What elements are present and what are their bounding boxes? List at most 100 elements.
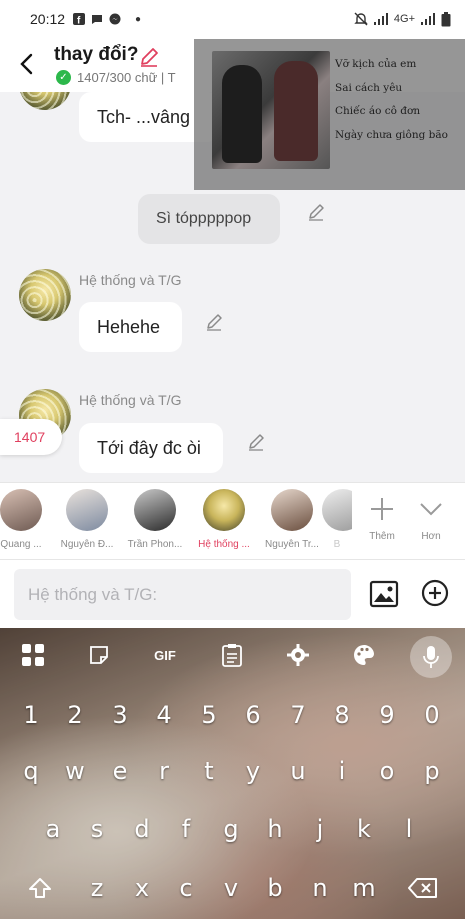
overlay-line: Ngày chưa giông bão xyxy=(335,128,448,141)
key[interactable]: k xyxy=(342,800,386,858)
own-message-bubble[interactable]: Sì tópppppop xyxy=(138,194,280,244)
key[interactable]: z xyxy=(75,859,119,917)
more-characters-button[interactable]: Hơn xyxy=(407,489,455,542)
microphone-icon[interactable] xyxy=(410,636,452,678)
mute-icon xyxy=(354,12,368,26)
message-text: Hehehe xyxy=(97,316,161,337)
character-avatar xyxy=(271,489,313,531)
key[interactable]: t xyxy=(187,742,231,800)
sender-name: Hệ thống và T/G xyxy=(79,392,182,408)
side-counter-badge[interactable]: 1407 xyxy=(0,419,62,455)
apps-grid-icon[interactable] xyxy=(20,642,46,668)
key[interactable]: 2 xyxy=(53,686,97,744)
avatar[interactable] xyxy=(19,92,71,110)
key[interactable]: l xyxy=(387,800,431,858)
key[interactable]: d xyxy=(120,800,164,858)
character-item-selected[interactable]: Hệ thống ... xyxy=(189,489,259,550)
key[interactable]: i xyxy=(320,742,364,800)
gif-button[interactable]: GIF xyxy=(150,642,180,668)
battery-icon xyxy=(441,11,451,26)
message-icon xyxy=(92,15,103,24)
back-arrow-icon[interactable] xyxy=(14,50,42,78)
image-overlay[interactable]: Vỡ kịch của em Sai cách yêu Chiếc áo cô … xyxy=(194,39,465,190)
edit-message-pencil-icon[interactable] xyxy=(246,432,266,452)
message-input[interactable] xyxy=(14,569,351,620)
edit-message-pencil-icon[interactable] xyxy=(204,312,224,332)
character-avatar xyxy=(322,489,352,531)
key[interactable]: 9 xyxy=(365,686,409,744)
key[interactable]: x xyxy=(120,859,164,917)
key[interactable]: u xyxy=(276,742,320,800)
character-name: Hệ thống ... xyxy=(198,539,250,550)
dot-icon: ● xyxy=(135,13,142,25)
backspace-icon xyxy=(408,878,437,898)
image-icon[interactable] xyxy=(368,578,400,610)
network-type: 4G+ xyxy=(393,13,415,25)
character-item[interactable]: Trần Phon... xyxy=(120,489,190,550)
character-name: Quang ... xyxy=(0,539,42,550)
signal-icon-2 xyxy=(421,13,435,25)
backspace-key[interactable] xyxy=(396,859,450,917)
key[interactable]: 5 xyxy=(187,686,231,744)
key[interactable]: n xyxy=(298,859,342,917)
key[interactable]: 7 xyxy=(276,686,320,744)
key[interactable]: m xyxy=(342,859,386,917)
add-label: Thêm xyxy=(369,531,395,542)
key[interactable]: 8 xyxy=(320,686,364,744)
character-item[interactable]: Quang ... xyxy=(0,489,56,550)
message-bubble[interactable]: Hehehe xyxy=(79,302,182,352)
key[interactable]: 6 xyxy=(231,686,275,744)
key[interactable]: s xyxy=(75,800,119,858)
key[interactable]: r xyxy=(142,742,186,800)
key[interactable]: v xyxy=(209,859,253,917)
character-item[interactable]: Nguyễn Tr... xyxy=(257,489,327,550)
word-count: 1407/300 chữ | T xyxy=(77,70,176,85)
key[interactable]: c xyxy=(164,859,208,917)
key[interactable]: e xyxy=(98,742,142,800)
sticker-icon[interactable] xyxy=(86,642,112,668)
key[interactable]: q xyxy=(9,742,53,800)
add-character-button[interactable]: Thêm xyxy=(358,489,406,542)
key[interactable]: 0 xyxy=(410,686,454,744)
story-title: thay đổi? xyxy=(54,44,139,65)
character-avatar xyxy=(134,489,176,531)
keyboard-number-row: 1 2 3 4 5 6 7 8 9 0 xyxy=(0,686,465,744)
character-strip: Quang ... Nguyễn Đ... Trần Phon... Hệ th… xyxy=(0,482,465,560)
key[interactable]: 1 xyxy=(9,686,53,744)
key[interactable]: a xyxy=(31,800,75,858)
status-time: 20:12 xyxy=(30,11,66,27)
overlay-line: Chiếc áo cô đơn xyxy=(335,105,421,117)
key[interactable]: b xyxy=(253,859,297,917)
composer xyxy=(0,560,465,628)
character-item[interactable]: B xyxy=(322,489,352,550)
character-item[interactable]: Nguyễn Đ... xyxy=(52,489,122,550)
character-name: B xyxy=(333,539,341,550)
key[interactable]: w xyxy=(53,742,97,800)
edit-message-pencil-icon[interactable] xyxy=(306,202,326,222)
edit-title-pencil-icon[interactable] xyxy=(138,46,160,68)
character-avatar xyxy=(66,489,108,531)
plus-icon xyxy=(371,498,393,520)
key[interactable]: p xyxy=(410,742,454,800)
key[interactable]: 3 xyxy=(98,686,142,744)
key[interactable]: j xyxy=(298,800,342,858)
add-circle-icon[interactable] xyxy=(420,578,450,608)
palette-icon[interactable] xyxy=(351,642,377,668)
shift-key[interactable] xyxy=(14,859,66,917)
key[interactable]: y xyxy=(231,742,275,800)
overlay-line: Vỡ kịch của em xyxy=(335,58,417,70)
word-count-row: ✓ 1407/300 chữ | T xyxy=(56,70,176,85)
key[interactable]: o xyxy=(365,742,409,800)
message-bubble[interactable]: Tới đây đc òi xyxy=(79,423,223,473)
sender-name: Hệ thống và T/G xyxy=(79,272,182,288)
message-text: Tới đây đc òi xyxy=(97,437,201,458)
key[interactable]: g xyxy=(209,800,253,858)
overlay-line: Sai cách yêu xyxy=(335,81,403,94)
clipboard-icon[interactable] xyxy=(219,642,245,668)
shift-icon xyxy=(29,878,51,898)
key[interactable]: h xyxy=(253,800,297,858)
gear-icon[interactable] xyxy=(285,642,311,668)
key[interactable]: f xyxy=(164,800,208,858)
avatar[interactable] xyxy=(19,269,71,321)
key[interactable]: 4 xyxy=(142,686,186,744)
